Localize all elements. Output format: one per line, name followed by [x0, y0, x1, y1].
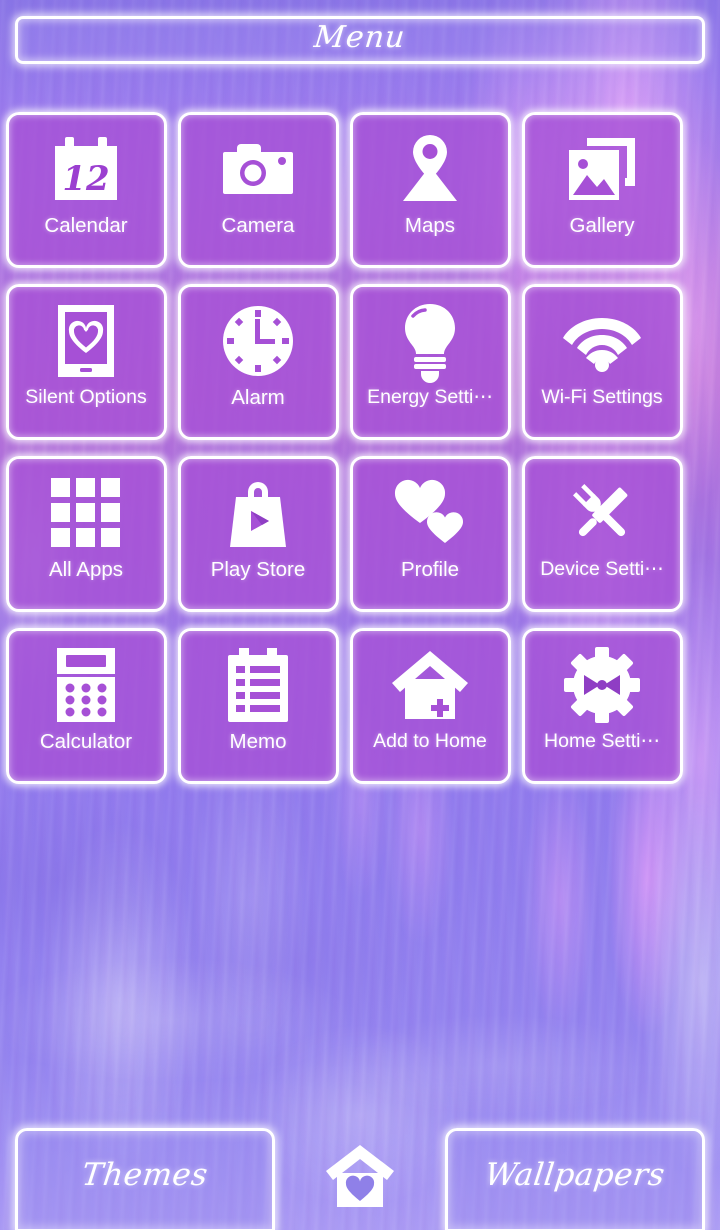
bottom-navigation-bar: Themes Wallpapers [0, 1128, 720, 1230]
house-plus-icon [391, 643, 469, 727]
memo-clipboard-icon [219, 643, 297, 727]
clock-icon [219, 299, 297, 383]
app-grid-row: Calculator Memo Add to Home Home Setti⋯ [0, 628, 720, 800]
map-pin-icon [391, 127, 469, 211]
wallpapers-button[interactable]: Wallpapers [445, 1128, 705, 1230]
app-tile-maps[interactable]: Maps [349, 112, 511, 268]
app-tile-label: Silent Options [25, 386, 147, 408]
app-tile-gallery[interactable]: Gallery [521, 112, 683, 268]
wifi-icon [563, 299, 641, 383]
app-grid-row: 12 Calendar Camera Maps Gallery [0, 112, 720, 284]
calendar-icon: 12 [47, 127, 125, 211]
app-tile-home-settings[interactable]: Home Setti⋯ [521, 628, 683, 784]
app-grid: 12 Calendar Camera Maps Gallery Silent O… [0, 112, 720, 800]
play-store-bag-icon [219, 471, 297, 555]
app-tile-add-to-home[interactable]: Add to Home [349, 628, 511, 784]
app-tile-wifi-settings[interactable]: Wi-Fi Settings [521, 284, 683, 440]
crossed-tools-icon [563, 471, 641, 555]
app-tile-camera[interactable]: Camera [177, 112, 339, 268]
app-tile-label: Home Setti⋯ [544, 730, 660, 752]
app-tile-label: Camera [221, 214, 295, 237]
themes-button[interactable]: Themes [15, 1128, 275, 1230]
app-grid-row: All Apps Play Store Profile Device Setti… [0, 456, 720, 628]
app-tile-label: Add to Home [373, 730, 487, 752]
page-title: Menu [312, 20, 408, 55]
calculator-icon [47, 643, 125, 727]
two-hearts-icon [391, 471, 469, 555]
gallery-icon [563, 127, 641, 211]
app-tile-calendar[interactable]: 12 Calendar [5, 112, 167, 268]
app-tile-label: Gallery [569, 214, 635, 237]
menu-header-bar: Menu [15, 16, 705, 64]
app-tile-all-apps[interactable]: All Apps [5, 456, 167, 612]
app-tile-energy-settings[interactable]: Energy Setti⋯ [349, 284, 511, 440]
app-tile-label: Maps [404, 214, 456, 237]
app-tile-label: Wi-Fi Settings [541, 386, 663, 408]
app-tile-play-store[interactable]: Play Store [177, 456, 339, 612]
app-tile-label: Alarm [231, 386, 285, 409]
app-tile-device-settings[interactable]: Device Setti⋯ [521, 456, 683, 612]
app-tile-label: Play Store [210, 558, 306, 581]
svg-text:12: 12 [62, 159, 109, 199]
lightbulb-icon [391, 299, 469, 383]
app-tile-label: Memo [229, 730, 287, 753]
wallpapers-label: Wallpapers [482, 1156, 668, 1193]
home-button[interactable] [324, 1142, 396, 1214]
app-tile-calculator[interactable]: Calculator [5, 628, 167, 784]
app-tile-label: Profile [400, 558, 460, 581]
gear-ribbon-icon [563, 643, 641, 727]
app-tile-label: Calendar [44, 214, 128, 237]
app-tile-alarm[interactable]: Alarm [177, 284, 339, 440]
themes-label: Themes [80, 1156, 211, 1193]
app-tile-label: Calculator [39, 730, 133, 753]
app-tile-label: Device Setti⋯ [540, 558, 664, 580]
camera-icon [219, 127, 297, 211]
grid-apps-icon [47, 471, 125, 555]
app-grid-row: Silent Options Alarm Energy Setti⋯ Wi-Fi… [0, 284, 720, 456]
house-heart-icon [326, 1143, 394, 1214]
app-tile-label: Energy Setti⋯ [367, 386, 493, 408]
app-tile-profile[interactable]: Profile [349, 456, 511, 612]
app-tile-label: All Apps [48, 558, 124, 581]
phone-heart-icon [47, 299, 125, 383]
app-tile-memo[interactable]: Memo [177, 628, 339, 784]
app-tile-silent-options[interactable]: Silent Options [5, 284, 167, 440]
